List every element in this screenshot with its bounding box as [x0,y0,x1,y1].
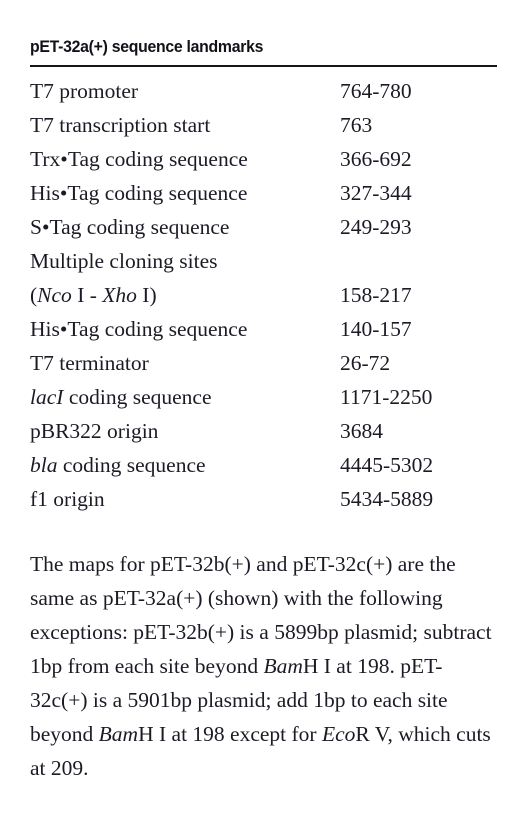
table-row: T7 terminator 26-72 [30,346,497,380]
gene-laci: lacI [30,385,64,409]
landmark-position: 4445-5302 [340,453,434,477]
table-row: bla coding sequence 4445-5302 [30,448,497,482]
variant-note-paragraph: The maps for pET-32b(+) and pET-32c(+) a… [30,547,498,785]
table-row: His•Tag coding sequence 327-344 [30,176,497,210]
note-segment-3: H I at 198 except for [138,721,322,746]
landmark-position: 26-72 [340,351,391,375]
table-row: f1 origin 5434-5889 [30,482,497,516]
table-row: (Nco I - Xho I) 158-217 [30,278,497,312]
mcs-close-paren: I) [136,283,157,307]
title-divider [30,65,497,67]
landmark-position: 764-780 [340,79,412,103]
landmark-name: His•Tag coding sequence [30,181,248,205]
landmark-name: Multiple cloning sites [30,249,218,273]
enzyme-bamhi-2: Bam [98,721,139,746]
landmark-position: 3684 [340,419,383,443]
enzyme-nco: Nco [37,283,72,307]
landmark-position [340,244,497,278]
enzyme-ecorv: Eco [321,721,356,746]
landmark-name: T7 terminator [30,351,149,375]
mcs-separator: I - [71,283,103,307]
enzyme-xho: Xho [102,283,137,307]
table-row: Multiple cloning sites [30,244,497,278]
pet32a-landmarks-page: pET-32a(+) sequence landmarks T7 promote… [0,0,508,821]
landmark-name: Trx•Tag coding sequence [30,147,248,171]
table-row: T7 promoter 764-780 [30,74,497,108]
landmark-position: 1171-2250 [340,385,433,409]
table-row: His•Tag coding sequence 140-157 [30,312,497,346]
landmark-position: 5434-5889 [340,487,434,511]
landmark-name: His•Tag coding sequence [30,317,248,341]
landmark-position: 249-293 [340,215,412,239]
landmark-name: S•Tag coding sequence [30,215,230,239]
enzyme-bamhi-1: Bam [263,653,303,678]
landmark-name: T7 transcription start [30,113,211,137]
table-row: T7 transcription start 763 [30,108,497,142]
table-row: Trx•Tag coding sequence 366-692 [30,142,497,176]
landmark-name: T7 promoter [30,79,139,103]
bla-suffix: coding sequence [57,453,206,477]
landmark-name-laci: lacI coding sequence [30,380,340,414]
landmark-position: 366-692 [340,147,412,171]
landmark-name-mcs-enzymes: (Nco I - Xho I) [30,278,340,312]
title-block: pET-32a(+) sequence landmarks [30,36,497,67]
landmark-position: 140-157 [340,317,412,341]
page-title: pET-32a(+) sequence landmarks [30,37,264,56]
landmark-name: pBR322 origin [30,419,159,443]
landmark-name: f1 origin [30,487,105,511]
gene-bla: bla [30,453,58,477]
landmark-name-bla: bla coding sequence [30,448,340,482]
table-row: S•Tag coding sequence 249-293 [30,210,497,244]
sequence-landmarks-table: T7 promoter 764-780 T7 transcription sta… [30,74,497,516]
table-row: lacI coding sequence 1171-2250 [30,380,497,414]
landmark-position: 158-217 [340,283,412,307]
landmark-position: 327-344 [340,181,412,205]
landmark-position: 763 [340,113,373,137]
table-row: pBR322 origin 3684 [30,414,497,448]
laci-suffix: coding sequence [63,385,212,409]
